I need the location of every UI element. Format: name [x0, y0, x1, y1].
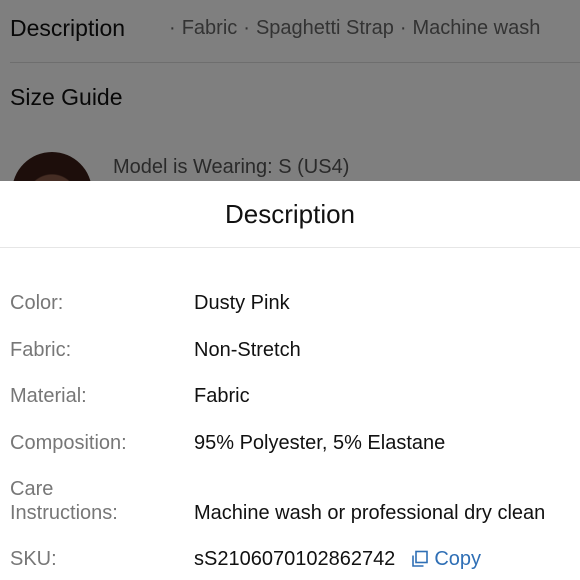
sku-value-group: sS2106070102862742 Copy — [194, 547, 481, 571]
row-label: Color: — [10, 292, 64, 314]
row-value: Dusty Pink — [194, 292, 290, 314]
row-label: Composition: — [10, 432, 127, 454]
row-value: 95% Polyester, 5% Elastane — [194, 432, 446, 454]
sheet-header: Description — [0, 181, 580, 248]
sheet-title: Description — [224, 198, 356, 229]
row-fabric: Fabric: Non-Stretch — [10, 338, 580, 362]
row-value: Machine wash or professional dry clean — [194, 502, 546, 524]
description-sheet: Description Color: Dusty Pink Fabric: No… — [0, 181, 580, 580]
row-value: Non-Stretch — [194, 339, 301, 361]
copy-label: Copy — [434, 548, 482, 570]
row-value: Fabric — [194, 385, 250, 407]
row-label: Care Instructions: — [10, 478, 118, 524]
sku-value: sS2106070102862742 — [194, 548, 396, 570]
row-label: SKU: — [10, 548, 57, 570]
row-color: Color: Dusty Pink — [10, 291, 580, 315]
copy-sku-button[interactable]: Copy — [411, 547, 481, 571]
row-label: Fabric: — [10, 339, 72, 361]
copy-icon — [412, 550, 429, 567]
row-composition: Composition: 95% Polyester, 5% Elastane — [10, 431, 580, 455]
row-material: Material: Fabric — [10, 384, 580, 408]
row-care-instructions: Care Instructions: Machine wash or profe… — [10, 477, 580, 525]
row-sku: SKU: sS2106070102862742 Copy — [10, 547, 580, 571]
row-label: Material: — [10, 385, 87, 407]
